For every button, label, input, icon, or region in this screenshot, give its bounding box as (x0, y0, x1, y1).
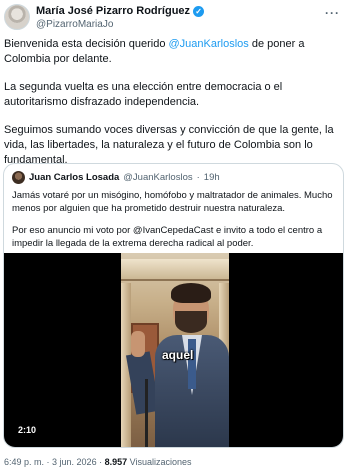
quoted-paragraph-1: Jamás votaré por un misógino, homófobo y… (12, 190, 333, 214)
video-duration: 2:10 (18, 425, 37, 435)
quoted-author-handle: @JuanKarloslos (123, 171, 193, 183)
quoted-paragraph-2: Por eso anuncio mi voto por @IvanCepedaC… (12, 225, 323, 249)
verified-badge-icon: ✓ (193, 5, 205, 17)
frame-balcony (121, 259, 229, 281)
video-player[interactable]: aquel 2:10 (4, 253, 343, 447)
tweet-time[interactable]: 6:49 p. m. (4, 457, 44, 467)
tweet-text-segment: Bienvenida esta decisión querido (4, 38, 169, 50)
quoted-tweet[interactable]: Juan Carlos Losada @JuanKarloslos · 19h … (3, 163, 344, 448)
tweet-footer: 6:49 p. m. · 3 jun. 2026 · 8.957 Visuali… (4, 457, 191, 467)
frame-hand (131, 331, 145, 357)
separator-dot: · (96, 457, 105, 467)
quoted-tweet-header: Juan Carlos Losada @JuanKarloslos · 19h (12, 170, 220, 184)
quoted-tweet-text: Jamás votaré por un misógino, homófobo y… (12, 189, 337, 259)
tweet-paragraph-1: Bienvenida esta decisión querido @JuanKa… (4, 37, 344, 67)
frame-beard (175, 311, 207, 333)
tweet-header: María José Pizarro Rodríguez ✓ @PizarroM… (4, 4, 344, 32)
separator-dot: · (196, 171, 200, 183)
views-label: Visualizaciones (127, 457, 192, 467)
quoted-tweet-time: 19h (203, 171, 220, 183)
author-avatar[interactable] (4, 4, 30, 30)
author-handle[interactable]: @PizarroMariaJo (36, 19, 113, 30)
video-frame: aquel (121, 253, 229, 447)
frame-tie (188, 339, 196, 389)
frame-hair (171, 283, 211, 303)
mention-link[interactable]: @JuanKarloslos (169, 38, 249, 50)
quoted-author-avatar (12, 170, 25, 184)
quoted-author-name: Juan Carlos Losada (29, 171, 120, 183)
video-caption: aquel (162, 348, 194, 362)
author-name[interactable]: María José Pizarro Rodríguez (36, 5, 190, 17)
author-name-row: María José Pizarro Rodríguez ✓ (36, 5, 205, 17)
tweet-paragraph-3: Seguimos sumando voces diversas y convic… (4, 124, 334, 166)
microphone (145, 379, 148, 447)
separator-dot: · (44, 457, 53, 467)
tweet-paragraph-2: La segunda vuelta es una elección entre … (4, 81, 283, 108)
views-count: 8.957 (104, 457, 128, 467)
more-options-icon[interactable]: ··· (325, 6, 340, 20)
tweet-text: Bienvenida esta decisión querido @JuanKa… (4, 37, 344, 181)
tweet-date[interactable]: 3 jun. 2026 (52, 457, 97, 467)
